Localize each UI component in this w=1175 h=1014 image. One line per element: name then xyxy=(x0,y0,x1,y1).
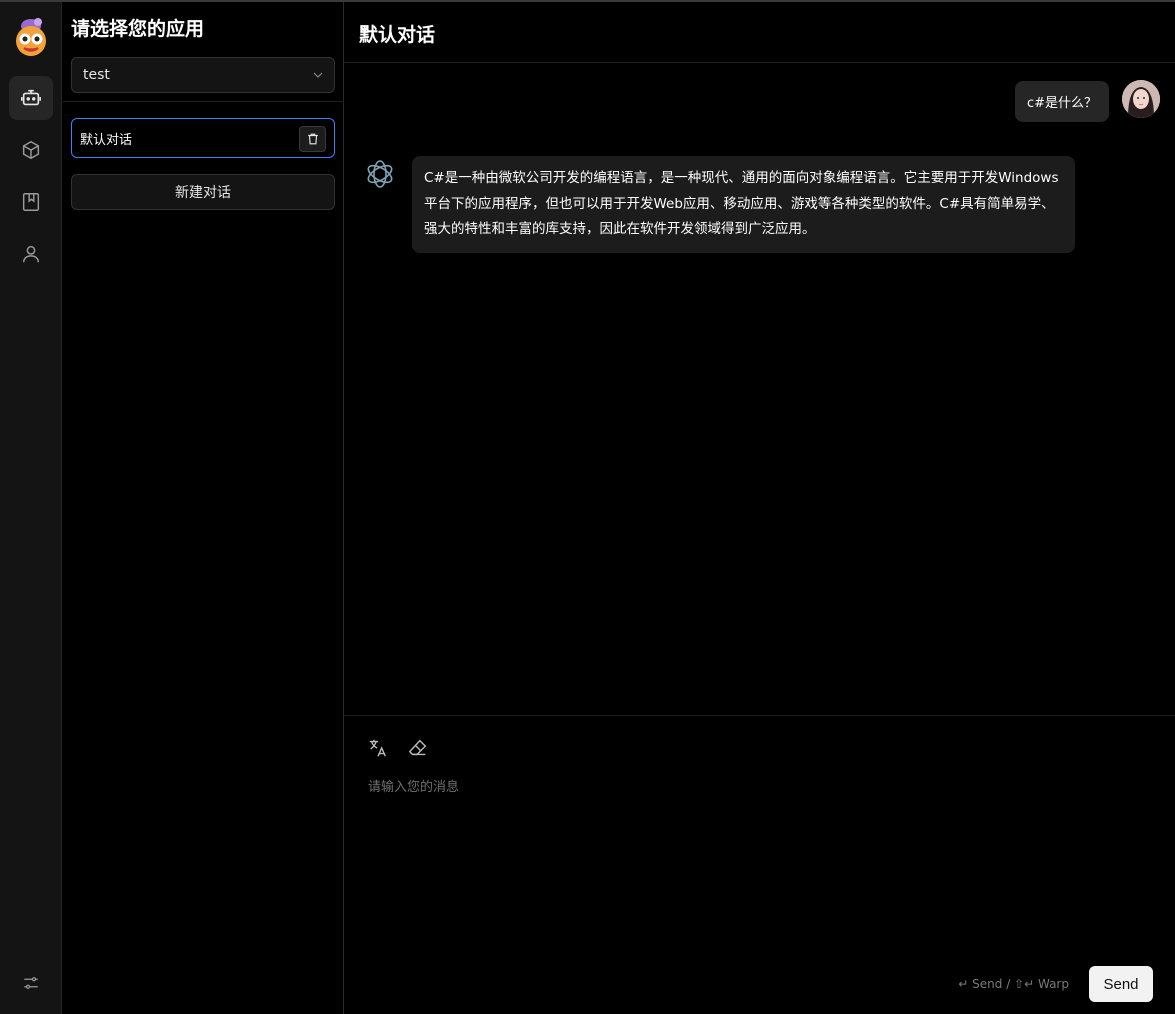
chat-header: 默认对话 xyxy=(344,2,1175,63)
session-item[interactable]: 默认对话 xyxy=(71,118,335,158)
composer: ↵ Send / ⇧↵ Warp Send xyxy=(344,715,1175,1014)
app-select[interactable]: test xyxy=(71,57,335,93)
chat-title: 默认对话 xyxy=(359,24,436,46)
user-icon xyxy=(22,245,40,263)
send-button[interactable]: Send xyxy=(1089,966,1153,1002)
app-logo-icon xyxy=(11,16,51,58)
settings-button[interactable] xyxy=(9,961,53,1005)
app-window: 请选择您的应用 test 默认对话 新建对话 默认对话 c#是什么？ C#是一种… xyxy=(0,0,1175,1014)
session-item-label: 默认对话 xyxy=(80,132,133,148)
translate-button[interactable] xyxy=(367,737,389,759)
new-session-button[interactable]: 新建对话 xyxy=(71,174,335,210)
message-input[interactable] xyxy=(368,776,1148,956)
settings-sliders-icon xyxy=(24,977,38,989)
sidebar-rail xyxy=(0,2,62,1014)
divider xyxy=(63,101,344,102)
user-message: c#是什么？ xyxy=(1014,81,1109,122)
nav-user-button[interactable] xyxy=(9,232,53,276)
app-select-value: test xyxy=(83,67,110,83)
nav-apps-button[interactable] xyxy=(9,128,53,172)
translate-icon xyxy=(369,739,386,757)
avatar xyxy=(1122,80,1160,118)
nav-chat-button[interactable] xyxy=(9,76,53,120)
clear-button[interactable] xyxy=(407,737,429,759)
delete-session-button[interactable] xyxy=(299,126,326,152)
trash-icon xyxy=(307,133,318,145)
eraser-icon xyxy=(408,739,427,756)
robot-chat-icon xyxy=(21,89,41,106)
panel-title: 请选择您的应用 xyxy=(71,18,205,40)
session-panel: 请选择您的应用 test 默认对话 新建对话 xyxy=(63,2,344,1014)
cube-icon xyxy=(22,140,40,160)
nav-knowledge-button[interactable] xyxy=(9,180,53,224)
chevron-down-icon xyxy=(313,72,323,78)
bookmark-book-icon xyxy=(22,193,40,211)
assistant-message: C#是一种由微软公司开发的编程语言，是一种现代、通用的面向对象编程语言。它主要用… xyxy=(412,156,1075,253)
openai-icon xyxy=(363,157,397,191)
chat-main: 默认对话 c#是什么？ C#是一种由微软公司开发的编程语言，是一种现代、通用的面… xyxy=(344,2,1175,1014)
send-hint: ↵ Send / ⇧↵ Warp xyxy=(958,977,1069,991)
